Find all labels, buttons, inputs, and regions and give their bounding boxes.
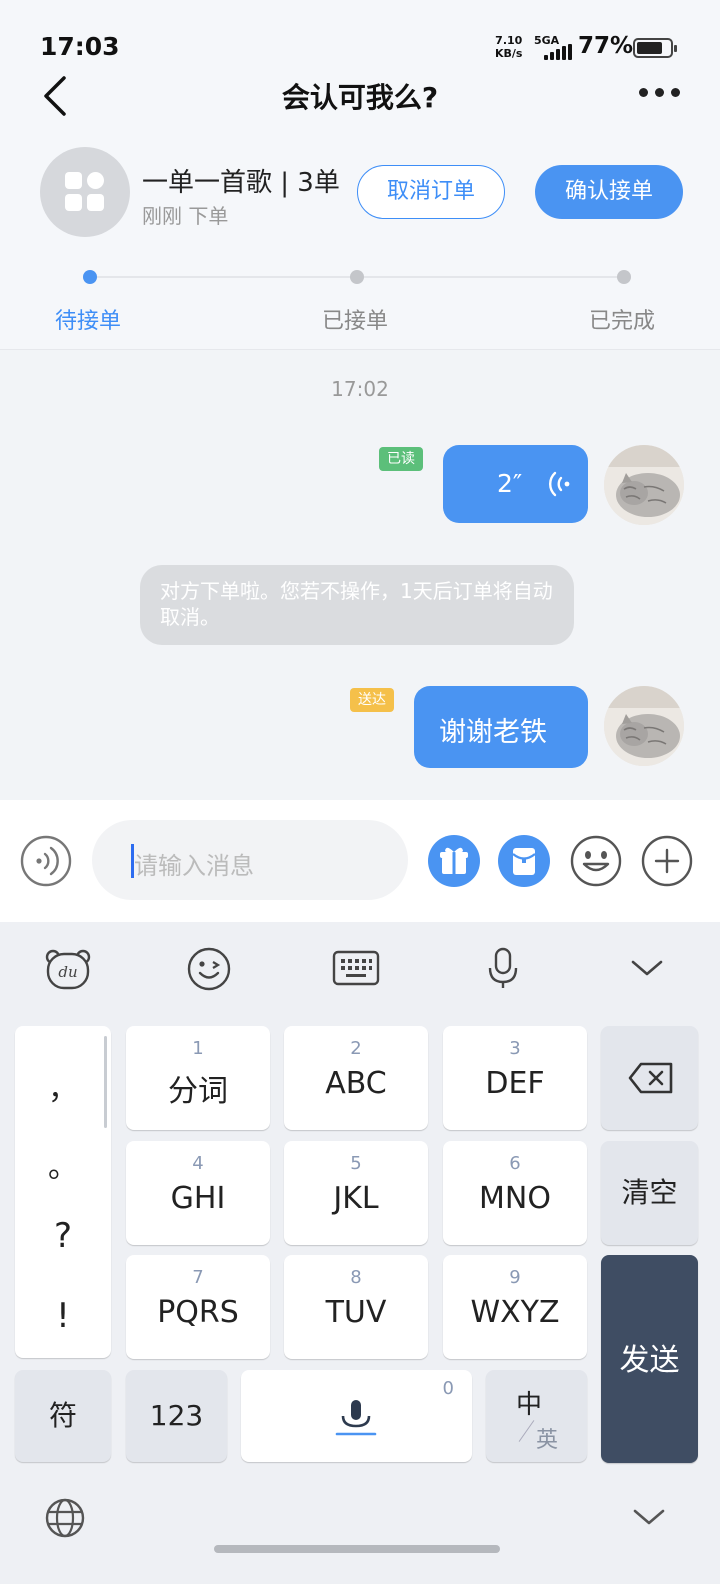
- key-4[interactable]: 4 GHI: [126, 1141, 270, 1245]
- battery-icon: [633, 38, 677, 58]
- chat-timestamp: 17:02: [331, 377, 389, 401]
- key-6[interactable]: 6 MNO: [443, 1141, 587, 1245]
- home-indicator[interactable]: [214, 1545, 500, 1553]
- order-subtitle: 刚刚 下单: [142, 204, 229, 228]
- chat-area[interactable]: 17:02 已读 2″ 对方下单啦。您若不操作，1天后订单将自动取消。 送达 谢…: [0, 350, 720, 800]
- network-speed-value: 7.10: [495, 34, 523, 47]
- step-dot: [350, 270, 364, 284]
- nav-bar: 会认可我么?: [0, 70, 720, 130]
- step-dot: [617, 270, 631, 284]
- key-question[interactable]: ?: [15, 1216, 111, 1256]
- confirm-order-button[interactable]: 确认接单: [535, 165, 683, 219]
- language-switch-key[interactable]: 中 英: [486, 1370, 587, 1462]
- key-2[interactable]: 2 ABC: [284, 1026, 428, 1130]
- step-label-accepted: 已接单: [322, 309, 389, 334]
- more-horizontal-icon: [639, 88, 648, 97]
- voice-input-icon[interactable]: [20, 835, 72, 887]
- message-input-placeholder: 请输入消息: [134, 852, 254, 880]
- user-avatar[interactable]: [604, 445, 684, 525]
- send-key[interactable]: 发送: [601, 1255, 698, 1463]
- key-exclamation[interactable]: !: [15, 1296, 111, 1336]
- clear-key[interactable]: 清空: [601, 1141, 698, 1245]
- network-speed: 7.10 KB/s: [495, 34, 522, 60]
- symbol-key[interactable]: 符: [15, 1370, 111, 1462]
- punctuation-scrollbar: [104, 1036, 107, 1128]
- key-5[interactable]: 5 JKL: [284, 1141, 428, 1245]
- lang-divider: [518, 1420, 535, 1442]
- space-key-number: 0: [442, 1378, 454, 1399]
- service-icon: [40, 147, 130, 237]
- space-key[interactable]: 0: [241, 1370, 472, 1462]
- text-message-bubble[interactable]: 谢谢老铁: [414, 686, 588, 768]
- red-packet-icon[interactable]: [498, 835, 550, 887]
- message-text: 谢谢老铁: [439, 717, 547, 748]
- keyboard-icon[interactable]: [332, 950, 380, 986]
- cat-avatar-image: [604, 445, 684, 525]
- lang-chinese-label: 中: [516, 1390, 543, 1420]
- globe-icon[interactable]: [44, 1497, 86, 1539]
- key-7[interactable]: 7 PQRS: [126, 1255, 270, 1359]
- voice-wave-icon: [549, 471, 570, 497]
- du-bear-icon[interactable]: du: [44, 948, 92, 992]
- space-mic-icon: [335, 1400, 377, 1436]
- network-speed-unit: KB/s: [495, 47, 523, 60]
- hide-keyboard-icon[interactable]: [632, 1507, 666, 1527]
- cat-avatar-image: [604, 686, 684, 766]
- key-1[interactable]: 1 分词: [126, 1026, 270, 1130]
- user-avatar[interactable]: [604, 686, 684, 766]
- emoji-icon[interactable]: [569, 834, 623, 888]
- order-panel: 一单一首歌 | 3单 刚刚 下单 取消订单 确认接单 待接单 已接单 已完成: [0, 130, 720, 350]
- voice-duration: 2″: [497, 469, 523, 498]
- delete-key[interactable]: [601, 1026, 698, 1130]
- voice-message-bubble[interactable]: 2″: [443, 445, 588, 523]
- step-label-completed: 已完成: [589, 309, 656, 334]
- message-input[interactable]: 请输入消息: [92, 820, 408, 900]
- step-dot: [83, 270, 97, 284]
- key-9[interactable]: 9 WXYZ: [443, 1255, 587, 1359]
- read-badge: 已读: [379, 447, 423, 471]
- key-3[interactable]: 3 DEF: [443, 1026, 587, 1130]
- status-time: 17:03: [40, 32, 120, 61]
- emoji-panel-icon[interactable]: [186, 946, 232, 992]
- delivered-badge: 送达: [350, 688, 394, 712]
- collapse-keyboard-icon[interactable]: [630, 958, 664, 978]
- microphone-icon[interactable]: [485, 946, 521, 992]
- add-icon[interactable]: [640, 834, 694, 888]
- backspace-icon: [628, 1062, 673, 1094]
- battery-percent: 77%: [578, 33, 634, 59]
- page-title: 会认可我么?: [281, 81, 439, 114]
- cancel-order-button[interactable]: 取消订单: [357, 165, 505, 219]
- number-key[interactable]: 123: [126, 1370, 227, 1462]
- message-input-bar: 请输入消息: [0, 800, 720, 922]
- lang-english-label: 英: [536, 1428, 559, 1453]
- punctuation-panel[interactable]: ， 。 ? !: [15, 1026, 111, 1358]
- key-8[interactable]: 8 TUV: [284, 1255, 428, 1359]
- gift-icon[interactable]: [428, 835, 480, 887]
- svg-text:du: du: [58, 963, 77, 981]
- more-button[interactable]: [636, 84, 684, 100]
- key-comma[interactable]: ，: [15, 1064, 111, 1108]
- order-title: 一单一首歌 | 3单: [142, 168, 340, 198]
- signal-icon: [544, 44, 572, 60]
- status-bar: 17:03 7.10 KB/s 5GA 77%: [0, 0, 720, 70]
- system-notice: 对方下单啦。您若不操作，1天后订单将自动取消。: [140, 565, 574, 645]
- keyboard: du ， 。 ? ! 1 分词 2 ABC 3 DEF 4 GHI 5 JKL 6 MNO …: [0, 922, 720, 1584]
- key-period[interactable]: 。: [15, 1142, 111, 1186]
- step-label-pending: 待接单: [55, 309, 122, 334]
